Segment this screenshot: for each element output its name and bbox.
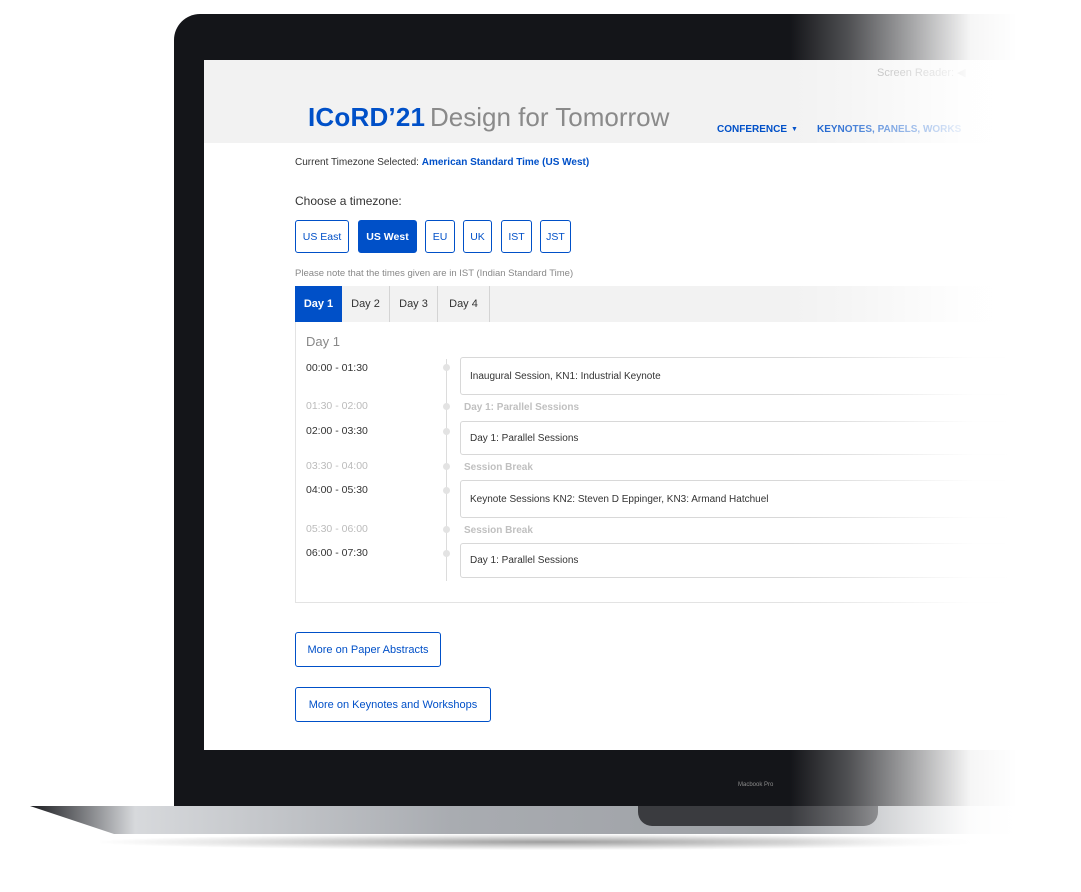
site-header: Screen Reader: ◀ ICoRD’21 Design for Tom… (204, 60, 1081, 143)
laptop-base (30, 806, 1081, 834)
timeline-dot (443, 403, 450, 410)
slot-time: 02:00 - 03:30 (306, 425, 368, 437)
timeline-dot (443, 487, 450, 494)
device-label: Macbook Pro (738, 782, 774, 788)
choose-timezone-label: Choose a timezone: (295, 194, 402, 208)
slot-time: 04:00 - 05:30 (306, 484, 368, 496)
session-break-label: Session Break (464, 525, 533, 536)
browser-screen: Screen Reader: ◀ ICoRD’21 Design for Tom… (204, 60, 1081, 750)
session-break-label: Session Break (464, 462, 533, 473)
timeline-dot (443, 364, 450, 371)
caret-down-icon: ▼ (791, 126, 798, 133)
laptop-shadow (100, 834, 1000, 850)
timeline-dot (443, 550, 450, 557)
timezone-button-us-east[interactable]: US East (295, 220, 349, 253)
current-timezone-prefix: Current Timezone Selected: (295, 157, 419, 168)
nav-keynotes[interactable]: KEYNOTES, PANELS, WORKS (817, 124, 961, 135)
timeline-dot (443, 463, 450, 470)
tab-day-3[interactable]: Day 3 (390, 286, 438, 322)
slot-time: 06:00 - 07:30 (306, 547, 368, 559)
nav-conference[interactable]: CONFERENCE ▼ (717, 124, 798, 135)
paper-abstracts-button[interactable]: More on Paper Abstracts (295, 632, 441, 667)
session-card[interactable]: Inaugural Session, KN1: Industrial Keyno… (460, 357, 1081, 395)
keynotes-workshops-button[interactable]: More on Keynotes and Workshops (295, 687, 491, 722)
timezone-note: Please note that the times given are in … (295, 268, 574, 279)
timezone-button-ist[interactable]: IST (501, 220, 532, 253)
day-tabs: Day 1 Day 2 Day 3 Day 4 (295, 286, 1081, 322)
screen-reader-toggle[interactable]: Screen Reader: ◀ (877, 66, 966, 79)
timezone-button-eu[interactable]: EU (425, 220, 455, 253)
timezone-button-us-west[interactable]: US West (358, 220, 417, 253)
schedule-day-title: Day 1 (306, 334, 340, 349)
site-logo[interactable]: ICoRD’21 (308, 102, 425, 133)
tab-day-4[interactable]: Day 4 (438, 286, 490, 322)
session-card[interactable]: Keynote Sessions KN2: Steven D Eppinger,… (460, 480, 1081, 518)
laptop-notch (638, 806, 878, 826)
current-timezone: Current Timezone Selected: American Stan… (295, 157, 589, 168)
session-card[interactable]: Day 1: Parallel Sessions (460, 421, 1081, 455)
slot-time: 01:30 - 02:00 (306, 400, 368, 412)
nav-conference-label[interactable]: CONFERENCE (717, 124, 787, 135)
tab-day-2[interactable]: Day 2 (342, 286, 390, 322)
session-card[interactable]: Day 1: Parallel Sessions (460, 543, 1081, 578)
timeline-dot (443, 526, 450, 533)
timezone-button-jst[interactable]: JST (540, 220, 571, 253)
timeline-line (446, 359, 447, 581)
schedule-panel: Day 1 00:00 - 01:30 Inaugural Session, K… (295, 322, 1081, 603)
timeline-dot (443, 428, 450, 435)
slot-time: 03:30 - 04:00 (306, 460, 368, 472)
current-timezone-value: American Standard Time (US West) (421, 157, 590, 168)
site-tagline: Design for Tomorrow (430, 102, 670, 132)
slot-time: 00:00 - 01:30 (306, 362, 368, 374)
timezone-button-uk[interactable]: UK (463, 220, 492, 253)
session-break-label: Day 1: Parallel Sessions (464, 402, 580, 413)
tab-day-1[interactable]: Day 1 (295, 286, 342, 322)
slot-time: 05:30 - 06:00 (306, 523, 368, 535)
